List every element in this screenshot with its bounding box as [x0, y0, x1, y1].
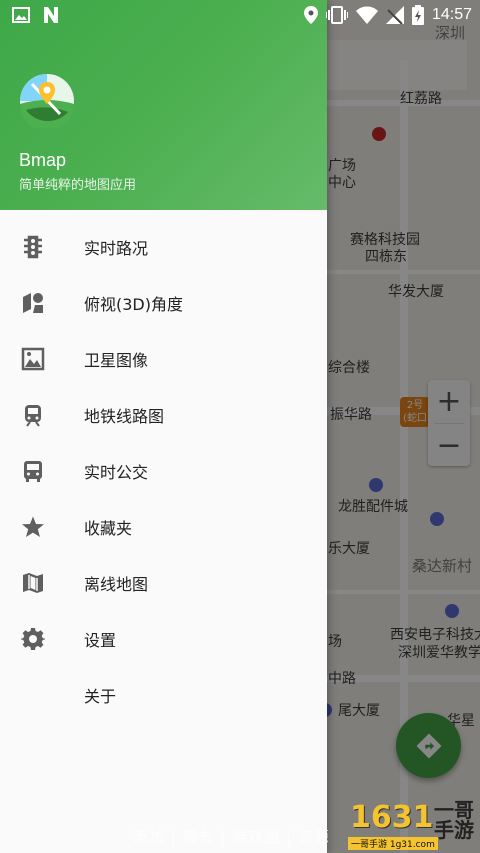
gear-icon [20, 626, 46, 652]
star-icon [20, 514, 46, 540]
satellite-image-icon [20, 346, 46, 372]
menu-label: 实时公交 [84, 463, 149, 482]
watermark-logo: 1631 一哥 手游 一哥手游 1g31.com [348, 800, 478, 850]
status-clock: 14:57 [431, 6, 472, 23]
watermark-text: 添加 | 管友 | 游戏圈 | 资源 [133, 828, 330, 846]
subway-icon [20, 402, 46, 428]
app-logo-icon [20, 74, 74, 128]
menu-label: 关于 [84, 687, 117, 706]
bus-icon [20, 458, 46, 484]
menu-item-3d-view[interactable]: 俯视(3D)角度 [0, 275, 327, 331]
3d-view-icon [20, 290, 46, 316]
watermark-brand-line2: 手游 [434, 818, 474, 842]
menu-item-favorites[interactable]: 收藏夹 [0, 499, 327, 555]
menu-item-subway[interactable]: 地铁线路图 [0, 387, 327, 443]
menu-label: 收藏夹 [84, 519, 133, 538]
signal-no-service-icon [385, 6, 404, 24]
app-name: Bmap [19, 150, 67, 170]
watermark-logo-number: 1631 [350, 800, 434, 835]
image-icon [12, 7, 30, 23]
menu-label: 设置 [84, 631, 117, 650]
menu-label: 地铁线路图 [84, 407, 165, 426]
menu-item-satellite[interactable]: 卫星图像 [0, 331, 327, 387]
drawer-header: Bmap 简单纯粹的地图应用 [0, 0, 327, 210]
watermark-logo-brand: 一哥 手游 [434, 800, 474, 840]
status-bar: 14:57 [0, 0, 480, 30]
vibrate-icon [325, 6, 348, 24]
location-icon [303, 6, 318, 24]
menu-item-bus[interactable]: 实时公交 [0, 443, 327, 499]
menu-label: 离线地图 [84, 575, 149, 594]
n-notification-icon [44, 7, 58, 23]
menu-item-traffic[interactable]: 实时路况 [0, 219, 327, 275]
traffic-light-icon [20, 234, 46, 260]
watermark-logo-site: 一哥手游 1g31.com [348, 837, 438, 850]
menu-item-about[interactable]: 关于 [0, 667, 327, 723]
menu-label: 实时路况 [84, 239, 149, 258]
battery-charging-icon [411, 5, 424, 25]
drawer-menu: 实时路况 俯视(3D)角度 卫星图像 地铁线路图 实时公交 收藏夹 离线地图 设… [0, 219, 327, 723]
menu-item-offline-map[interactable]: 离线地图 [0, 555, 327, 611]
navigation-drawer: Bmap 简单纯粹的地图应用 实时路况 俯视(3D)角度 卫星图像 地铁线路图 … [0, 0, 327, 853]
offline-map-icon [20, 570, 46, 596]
app-tagline: 简单纯粹的地图应用 [19, 178, 137, 193]
menu-item-settings[interactable]: 设置 [0, 611, 327, 667]
menu-label: 卫星图像 [84, 351, 149, 370]
wifi-icon [355, 6, 378, 24]
menu-label: 俯视(3D)角度 [84, 295, 183, 314]
